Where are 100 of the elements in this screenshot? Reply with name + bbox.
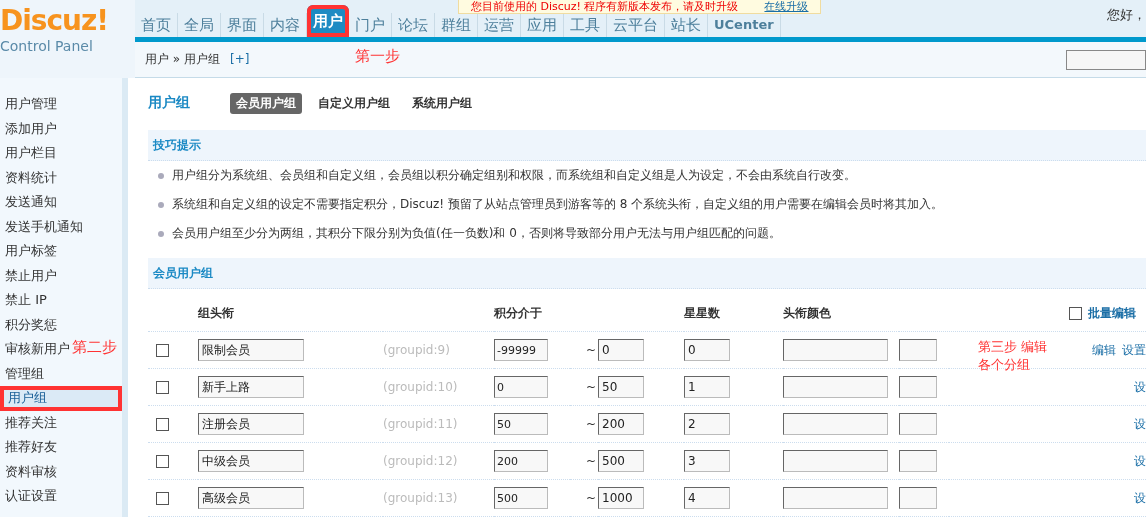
- max-points-field[interactable]: 0: [598, 339, 644, 361]
- sidebar-item[interactable]: 资料统计: [0, 165, 61, 190]
- color-field[interactable]: [783, 339, 888, 361]
- sidebar-item[interactable]: 添加用户: [0, 116, 61, 141]
- annotation-text: 各个分组: [978, 356, 1030, 374]
- group-name-field[interactable]: 高级会员: [198, 487, 304, 509]
- nav-tab[interactable]: 门户: [349, 13, 392, 37]
- star-count-field[interactable]: 1: [684, 376, 730, 398]
- group-tab[interactable]: 会员用户组: [230, 92, 302, 114]
- group-id: (groupid:11): [383, 417, 458, 431]
- column-header: 星星数: [684, 306, 720, 320]
- sidebar-item[interactable]: 审核新用户: [0, 337, 74, 362]
- nav-tab[interactable]: 首页: [135, 13, 178, 37]
- group-name-field[interactable]: 中级会员: [198, 450, 304, 472]
- action-link[interactable]: 设置: [1122, 341, 1146, 359]
- nav-tab[interactable]: 用户: [307, 5, 349, 37]
- sidebar-item[interactable]: 用户管理: [0, 92, 61, 117]
- checkbox[interactable]: [156, 417, 169, 431]
- tip-text: 会员用户组至少分为两组，其积分下限分别为负值(任一负数)和 0，否则将导致部分用户无法与用户组匹配的问题。: [172, 225, 781, 242]
- range-separator: ~: [585, 380, 596, 394]
- group-id: (groupid:13): [383, 491, 458, 505]
- color-picker-field[interactable]: [899, 376, 937, 398]
- sidebar-item[interactable]: 用户组: [0, 386, 122, 411]
- sidebar-item[interactable]: 认证设置: [0, 484, 61, 509]
- group-name-field[interactable]: 注册会员: [198, 413, 304, 435]
- checkbox[interactable]: [156, 491, 169, 505]
- column-header: 积分介于: [494, 306, 542, 320]
- tip-text: 系统组和自定义组的设定不需要指定积分，Discuz! 预留了从站点管理员到游客等的 8 个系统头衔，自定义组的用户需要在编辑会员时将其加入。: [172, 196, 944, 213]
- min-points-field[interactable]: 500: [494, 487, 548, 509]
- color-field[interactable]: [783, 376, 888, 398]
- group-id: (groupid:10): [383, 380, 458, 394]
- column-header: 组头衔: [198, 306, 234, 320]
- search-field[interactable]: [1066, 49, 1146, 70]
- group-id: (groupid:12): [383, 454, 458, 468]
- color-picker-field[interactable]: [899, 413, 937, 435]
- sidebar-item[interactable]: 禁止用户: [0, 263, 61, 288]
- upgrade-link[interactable]: 在线升级: [764, 0, 809, 13]
- notice-text: 您目前使用的 Discuz! 程序有新版本发布，请及时升级: [471, 0, 739, 13]
- checkbox[interactable]: [156, 380, 169, 394]
- group-tab[interactable]: 系统用户组: [406, 92, 478, 114]
- group-name-field[interactable]: 限制会员: [198, 339, 304, 361]
- logo: Discuz!: [0, 6, 110, 36]
- min-points-field[interactable]: -99999: [494, 339, 548, 361]
- star-count-field[interactable]: 0: [684, 339, 730, 361]
- min-points-field[interactable]: 0: [494, 376, 548, 398]
- group-id: (groupid:9): [383, 343, 450, 357]
- star-count-field[interactable]: 2: [684, 413, 730, 435]
- sidebar-item[interactable]: 用户栏目: [0, 141, 61, 166]
- range-separator: ~: [585, 417, 596, 431]
- action-link[interactable]: 设: [1134, 415, 1146, 433]
- color-picker-field[interactable]: [899, 339, 937, 361]
- nav-tab[interactable]: 全局: [178, 13, 221, 37]
- star-count-field[interactable]: 4: [684, 487, 730, 509]
- sidebar-item[interactable]: 发送通知: [0, 190, 61, 215]
- action-link[interactable]: 设: [1134, 452, 1146, 470]
- section-header: 技巧提示: [148, 130, 1146, 161]
- bullet-icon: [158, 172, 164, 179]
- checkbox[interactable]: [156, 343, 169, 357]
- page-title: 用户组: [148, 94, 190, 112]
- nav-tab[interactable]: 界面: [221, 13, 264, 37]
- annotation-text: 第二步: [72, 338, 117, 356]
- tip-text: 用户组分为系统组、会员组和自定义组，会员组以积分确定组别和权限，而系统组和自定义组是人为设定，不会由系统自行改变。: [172, 167, 856, 184]
- star-count-field[interactable]: 3: [684, 450, 730, 472]
- sidebar-item[interactable]: 管理组: [0, 361, 48, 386]
- color-field[interactable]: [783, 450, 888, 472]
- logo-subtitle: Control Panel: [0, 38, 94, 54]
- sidebar-item[interactable]: 推荐好友: [0, 435, 61, 460]
- action-link[interactable]: 设: [1134, 378, 1146, 396]
- max-points-field[interactable]: 500: [598, 450, 644, 472]
- bullet-icon: [158, 230, 164, 237]
- sidebar-item[interactable]: 用户标签: [0, 239, 61, 264]
- color-field[interactable]: [783, 487, 888, 509]
- greeting: 您好，: [1107, 6, 1146, 24]
- action-link[interactable]: 编辑: [1092, 341, 1116, 359]
- range-separator: ~: [585, 491, 596, 505]
- max-points-field[interactable]: 200: [598, 413, 644, 435]
- color-field[interactable]: [783, 413, 888, 435]
- column-header: 头衔颜色: [783, 306, 831, 320]
- color-picker-field[interactable]: [899, 487, 937, 509]
- min-points-field[interactable]: 50: [494, 413, 548, 435]
- nav-tab[interactable]: 论坛: [392, 13, 435, 37]
- sidebar-item[interactable]: 发送手机通知: [0, 214, 87, 239]
- checkbox[interactable]: [1069, 306, 1082, 320]
- batch-edit-link[interactable]: 批量编辑: [1088, 295, 1136, 331]
- sidebar-item[interactable]: 禁止 IP: [0, 288, 51, 313]
- max-points-field[interactable]: 1000: [598, 487, 644, 509]
- sidebar-item[interactable]: 积分奖惩: [0, 312, 61, 337]
- group-name-field[interactable]: 新手上路: [198, 376, 304, 398]
- max-points-field[interactable]: 50: [598, 376, 644, 398]
- group-tab[interactable]: 自定义用户组: [312, 92, 396, 114]
- annotation-text: 第三步 编辑: [978, 338, 1048, 356]
- color-picker-field[interactable]: [899, 450, 937, 472]
- action-link[interactable]: 设: [1134, 489, 1146, 507]
- annotation-text: 第一步: [355, 47, 400, 65]
- sidebar-item[interactable]: 推荐关注: [0, 410, 61, 435]
- add-link[interactable]: [+]: [230, 52, 250, 66]
- section-header: 会员用户组: [148, 258, 1146, 289]
- sidebar-item[interactable]: 资料审核: [0, 459, 61, 484]
- checkbox[interactable]: [156, 454, 169, 468]
- min-points-field[interactable]: 200: [494, 450, 548, 472]
